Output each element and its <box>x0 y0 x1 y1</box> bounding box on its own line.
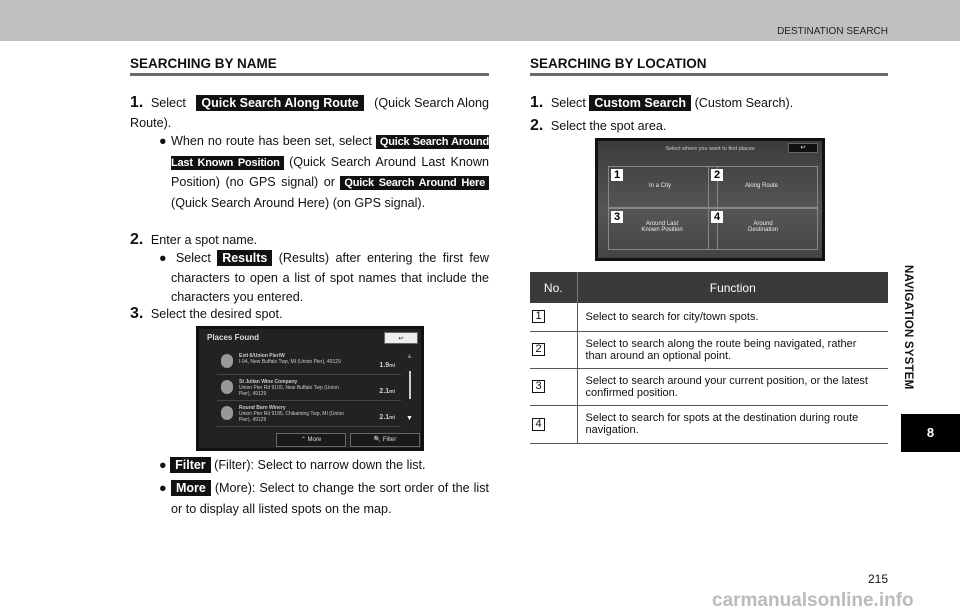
step-2: 2. Select the spot area. <box>530 116 888 137</box>
row-text: Select to search around your current pos… <box>577 368 888 406</box>
text: Enter a spot name. <box>150 233 258 247</box>
table-row: 2 Select to search along the route being … <box>530 331 888 369</box>
cell-number: 4 <box>711 211 723 223</box>
step-number: 3. <box>130 305 144 322</box>
divider <box>530 73 888 76</box>
item-address: I-94, New Buffalo Twp, MI (Union Pier), … <box>239 359 341 365</box>
more-key[interactable]: More <box>171 480 211 496</box>
watermark: carmanualsonline.info <box>712 590 914 611</box>
row-number: 4 <box>532 417 545 431</box>
table-header: No. Function <box>530 272 888 303</box>
custom-search-button[interactable]: Custom Search <box>589 95 692 111</box>
results-button[interactable]: Results <box>217 250 273 266</box>
text: Select <box>175 251 211 265</box>
unit: mi <box>389 363 395 369</box>
more-button[interactable]: ⌃ More <box>276 433 346 447</box>
text: (Custom Search). <box>694 96 794 110</box>
item-address: Union Pier Rd 9185, Chikaming Twp, MI (U… <box>239 411 344 423</box>
cell-label: In a City <box>649 183 672 189</box>
quick-search-along-route-button[interactable]: Quick Search Along Route <box>196 95 364 111</box>
filter-key[interactable]: Filter <box>170 457 211 473</box>
bullet: ● Filter (Filter): Select to narrow down… <box>159 457 426 473</box>
row-number: 2 <box>532 343 545 356</box>
table-row: 3 Select to search around your current po… <box>530 368 888 406</box>
label: Filter <box>382 437 397 443</box>
back-icon[interactable]: ↩ <box>788 143 818 153</box>
text: Select the desired spot. <box>150 307 283 321</box>
back-icon[interactable]: ↩ <box>384 332 418 344</box>
column-header: No. <box>530 272 578 303</box>
step-1: 1. Select Quick Search Along Route (Quic… <box>130 93 489 133</box>
pin-icon <box>221 380 233 394</box>
row-text: Select to search for spots at the destin… <box>577 405 888 444</box>
table-row: 1 Select to search for city/town spots. <box>530 303 888 332</box>
area-in-a-city[interactable]: 1 In a City <box>608 166 718 208</box>
screen-title: Places Found <box>207 333 260 342</box>
chapter-number: 8 <box>901 414 960 452</box>
bullet: ● Select Results (Results) after enterin… <box>159 250 489 304</box>
page-number: 215 <box>868 572 889 586</box>
text: (Quick Search Around Here) (on GPS signa… <box>171 195 426 210</box>
cell-label: Along Route <box>745 183 779 189</box>
item-distance: 1.9 <box>379 362 390 369</box>
step-number: 2. <box>530 117 544 134</box>
step-number: 1. <box>530 94 544 111</box>
unit: mi <box>389 389 395 395</box>
item-address: Union Pier Rd 9100, New Buffalo Twp (Uni… <box>239 385 339 397</box>
cell-number: 2 <box>711 169 723 181</box>
list-item[interactable]: St Julian Wine Company Union Pier Rd 9100… <box>217 375 401 401</box>
step-3: 3. Select the desired spot. <box>130 304 489 325</box>
left-heading: SEARCHING BY NAME <box>130 56 277 71</box>
area-around-last-known-position[interactable]: 3 Around Last Known Position <box>608 208 718 250</box>
step-number: 2. <box>130 231 144 248</box>
divider <box>130 73 489 76</box>
places-found-screen: Places Found ↩ Exit 6/Union Pier/W I-94, … <box>196 326 424 451</box>
row-number: 3 <box>532 380 545 393</box>
bullet: ● When no route has been set, select Qui… <box>159 134 490 210</box>
row-number: 1 <box>532 310 545 324</box>
column-header: Function <box>577 272 888 303</box>
text: Select <box>150 96 186 110</box>
step-number: 1. <box>130 94 144 111</box>
step-2: 2. Enter a spot name. <box>130 230 489 251</box>
table-row: 4 Select to search for spots at the desti… <box>530 405 888 444</box>
scroll-down-icon[interactable]: ▼ <box>406 415 413 422</box>
text: When no route has been set, select <box>171 134 372 148</box>
item-distance: 2.1 <box>379 388 390 395</box>
text: Select the spot area. <box>550 119 667 133</box>
area-along-route[interactable]: 2 Along Route <box>708 166 818 208</box>
list-item[interactable]: Exit 6/Union Pier/W I-94, New Buffalo Twp… <box>217 349 401 375</box>
row-text: Select to search along the route being n… <box>577 331 888 369</box>
item-distance: 2.1 <box>379 414 390 421</box>
chapter-tab-label: NAVIGATION SYSTEM <box>902 265 914 390</box>
text: (Filter): Select to narrow down the list… <box>214 458 426 472</box>
step-1: 1. Select Custom Search (Custom Search). <box>530 93 888 114</box>
unit: mi <box>389 415 395 421</box>
cell-number: 1 <box>611 169 623 181</box>
cell-label: Around Last Known Position <box>641 221 683 233</box>
pin-icon <box>221 406 233 420</box>
bullet: ● More (More): Select to change the sort… <box>159 480 490 516</box>
function-table: No. Function 1 Select to search for city/… <box>530 272 888 444</box>
row-text: Select to search for city/town spots. <box>577 303 888 332</box>
cell-number: 3 <box>611 211 623 223</box>
quick-search-around-here-button[interactable]: Quick Search Around Here <box>340 176 489 190</box>
filter-button[interactable]: 🔍 Filter <box>350 433 420 447</box>
pin-icon <box>221 354 233 368</box>
right-heading: SEARCHING BY LOCATION <box>530 56 707 71</box>
cell-label: Around Destination <box>747 221 779 233</box>
area-around-destination[interactable]: 4 Around Destination <box>708 208 818 250</box>
text: Select <box>550 96 586 110</box>
scroll-up-icon[interactable]: ▲ <box>406 353 413 360</box>
scrollbar[interactable] <box>409 371 411 399</box>
text: (More): Select to change the sort order … <box>171 481 490 516</box>
section-title: DESTINATION SEARCH <box>777 26 888 37</box>
label: More <box>307 437 322 443</box>
custom-search-screen: Select where you want to find places ↩ 1… <box>595 138 825 261</box>
list-item[interactable]: Round Barn Winery Union Pier Rd 9185, Chi… <box>217 401 401 427</box>
